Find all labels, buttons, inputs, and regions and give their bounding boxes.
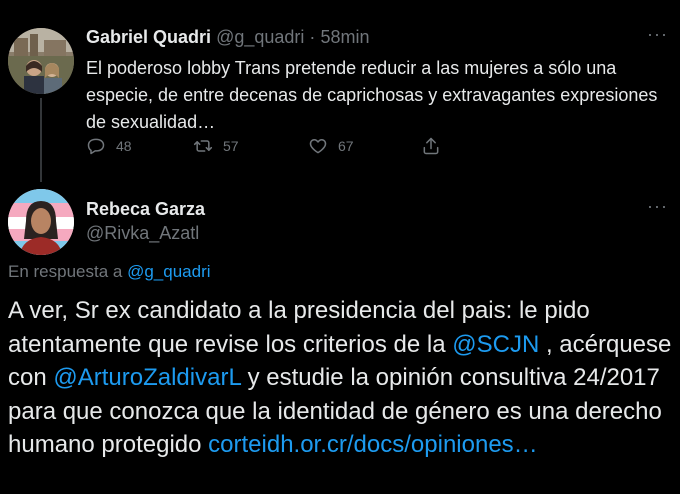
original-tweet[interactable]: Gabriel Quadri @g_quadri · 58min ··· El …	[0, 0, 680, 182]
like-button[interactable]: 67	[308, 136, 354, 156]
reply-more-options-icon[interactable]: ···	[647, 196, 668, 217]
replying-to-handle-link[interactable]: @g_quadri	[127, 262, 210, 281]
tweet-header: Gabriel Quadri @g_quadri · 58min	[86, 27, 369, 48]
tweet-time[interactable]: 58min	[320, 27, 369, 47]
author-name[interactable]: Gabriel Quadri	[86, 27, 211, 47]
tweet-text: El poderoso lobby Trans pretende reducir…	[86, 58, 658, 132]
avatar-rebeca-garza[interactable]	[8, 189, 74, 255]
like-count: 67	[338, 138, 354, 154]
retweet-count: 57	[223, 138, 239, 154]
author-handle[interactable]: @g_quadri	[216, 27, 304, 47]
reply-count: 48	[116, 138, 132, 154]
mention-arturozaldivarl-link[interactable]: @ArturoZaldivarL	[53, 364, 241, 391]
corteidh-url-link[interactable]: corteidh.or.cr/docs/opiniones…	[208, 431, 538, 458]
heart-icon	[309, 139, 327, 154]
share-button[interactable]	[421, 136, 451, 156]
thread-connector-line	[40, 98, 42, 182]
reply-author-name[interactable]: Rebeca Garza	[86, 199, 205, 220]
separator-dot: ·	[309, 27, 316, 47]
retweet-button[interactable]: 57	[193, 136, 239, 156]
mention-scjn-link[interactable]: @SCJN	[452, 331, 539, 358]
reply-text: A ver, Sr ex candidato a la presidencia …	[8, 294, 676, 462]
more-options-icon[interactable]: ···	[647, 24, 668, 45]
retweet-icon	[193, 140, 213, 152]
avatar-gabriel-quadri[interactable]	[8, 28, 74, 94]
replying-to-prefix: En respuesta a	[8, 262, 128, 281]
reply-author-handle[interactable]: @Rivka_Azatl	[86, 223, 199, 244]
reply-button[interactable]: 48	[86, 136, 132, 156]
share-icon	[423, 137, 439, 155]
replying-to-line: En respuesta a @g_quadri	[8, 262, 211, 282]
reply-icon	[87, 138, 105, 155]
